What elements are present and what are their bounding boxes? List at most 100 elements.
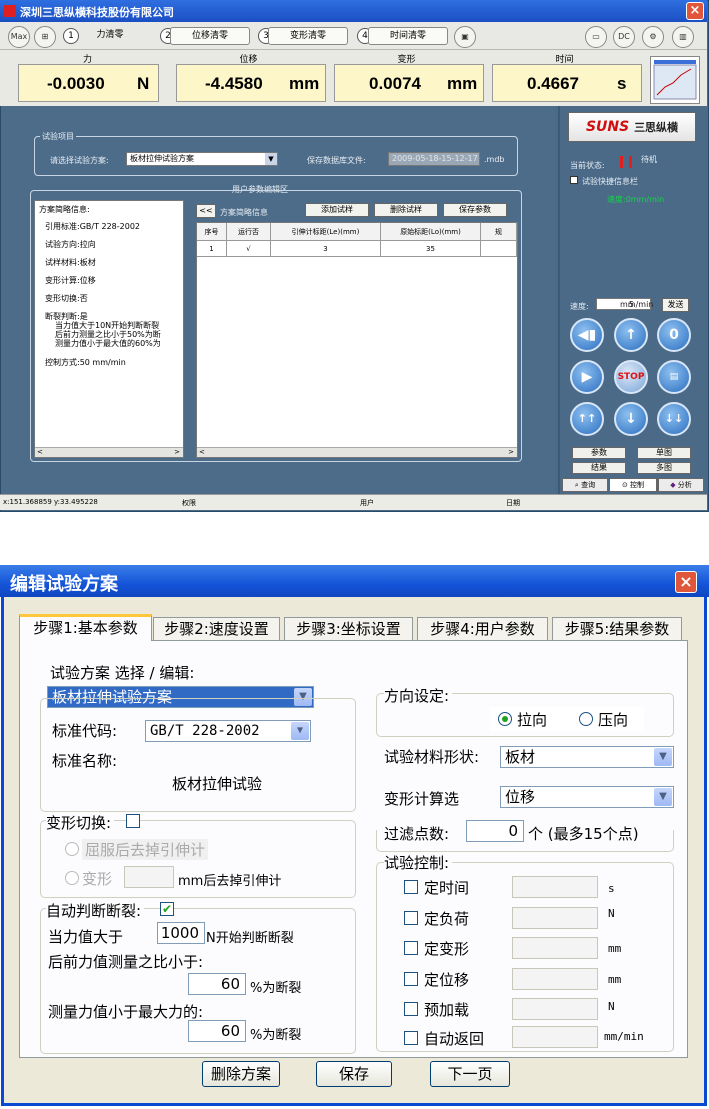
grid-scrollbar[interactable]: < > [197,447,517,457]
close-icon[interactable]: × [675,571,697,593]
grid-cell[interactable]: √ [227,241,271,257]
return-icon[interactable]: ◀▮ [570,318,604,352]
calc-icon[interactable]: ▤ [657,360,691,394]
plan-select[interactable]: 板材拉伸试验方案 ▼ [126,152,278,166]
chart-icon[interactable]: ▥ [672,26,694,48]
control-input[interactable] [512,1026,598,1048]
play-icon[interactable]: ▶ [570,360,604,394]
grid-cell[interactable] [481,241,517,257]
clear-force-button[interactable]: 力清零 [70,27,150,45]
yield-radio[interactable] [65,842,79,856]
zero-icon[interactable]: 0 [657,318,691,352]
curve-thumbnail[interactable] [650,56,700,104]
control-input[interactable] [512,968,598,990]
clear-displacement-button[interactable]: 位移清零 [170,27,250,45]
force-gt-input[interactable]: 1000 [157,922,205,944]
print-icon[interactable]: ▭ [585,26,607,48]
tab-step4[interactable]: 步骤4:用户参数 [417,617,548,641]
network-icon[interactable]: ⊞ [34,26,56,48]
grid-cell[interactable]: 35 [381,241,481,257]
std-code-value: GB/T 228-2002 [150,723,260,739]
tab-step3[interactable]: 步骤3:坐标设置 [284,617,413,641]
control-checkbox[interactable] [404,911,418,925]
stop-button[interactable]: STOP [614,360,648,394]
deform-switch-checkbox[interactable] [126,814,140,828]
chevron-down-icon[interactable]: ▼ [265,153,277,165]
save-button[interactable]: 保存 [316,1061,392,1087]
tab-step1[interactable]: 步骤1:基本参数 [19,614,152,641]
control-checkbox[interactable] [404,1002,418,1016]
summary-line: 测量力值小于最大值的60%为 [55,339,161,348]
single-chart-button[interactable]: 单图 [637,447,691,459]
displacement-value: -4.4580 [205,74,263,93]
time-unit: s [617,74,627,93]
auto-break-checkbox[interactable]: ✔ [160,902,174,916]
force-gt-suffix: N开始判断断裂 [206,931,294,946]
summary-scrollbar[interactable]: < > [35,447,183,457]
control-input[interactable] [512,998,598,1020]
displacement-unit: mm [289,74,320,93]
control-checkbox[interactable] [404,972,418,986]
status-value: 待机 [641,155,657,164]
delete-plan-button[interactable]: 删除方案 [202,1061,280,1087]
add-sample-button[interactable]: 添加试样 [305,203,369,217]
dir-push-radio[interactable] [579,712,593,726]
force-gt-label: 当力值大于 [48,928,124,946]
suns-logo-icon: SUNS [585,119,635,135]
control-checkbox[interactable] [404,1031,418,1045]
ratio-input[interactable]: 60 [188,973,246,995]
plan-select-value: 板材拉伸试验方案 [130,154,194,163]
grid-header: 序号 [197,223,227,241]
tab-step5[interactable]: 步骤5:结果参数 [552,617,682,641]
std-name-label: 标准名称: [52,752,118,770]
grid-cell[interactable]: 1 [197,241,227,257]
deform-calc-combo[interactable]: 位移 ▼ [500,786,674,808]
clear-time-button[interactable]: 时间清零 [368,27,448,45]
tab-query[interactable]: ⌕ 查询 [562,478,608,492]
grid-cell[interactable]: 3 [271,241,381,257]
chevron-down-icon[interactable]: ▼ [291,722,309,740]
clear-all-icon[interactable]: ▣ [454,26,476,48]
save-params-button[interactable]: 保存参数 [443,203,507,217]
result-button[interactable]: 结果 [572,462,626,474]
brand-name: 三思纵横 [634,121,679,134]
next-page-button[interactable]: 下一页 [430,1061,510,1087]
deform-mm-input[interactable] [124,866,174,888]
params-button[interactable]: 参数 [572,447,626,459]
clear-deform-button[interactable]: 变形清零 [268,27,348,45]
max-icon[interactable]: Max [8,26,30,48]
control-unit: N [608,907,615,920]
control-checkbox[interactable] [404,880,418,894]
chevron-down-icon[interactable]: ▼ [654,788,672,806]
shape-combo[interactable]: 板材 ▼ [500,746,674,768]
std-code-combo[interactable]: GB/T 228-2002 ▼ [145,720,311,742]
close-icon[interactable]: × [686,2,704,20]
control-input[interactable] [512,876,598,898]
down-arrow-icon[interactable]: ↓ [614,402,648,436]
dc-icon[interactable]: DC [613,26,635,48]
force-unit: N [137,74,150,93]
quick-info-checkbox[interactable] [570,176,578,184]
delete-sample-button[interactable]: 删除试样 [374,203,438,217]
tab-analysis[interactable]: ◆ 分析 [658,478,704,492]
settings-icon[interactable]: ⚙ [642,26,664,48]
fast-down-icon[interactable]: ↓↓ [657,402,691,436]
tab-step2[interactable]: 步骤2:速度设置 [153,617,280,641]
deform-radio[interactable] [65,871,79,885]
collapse-button[interactable]: << [196,204,216,218]
control-input[interactable] [512,907,598,929]
tab-control[interactable]: ⊙ 控制 [609,478,657,492]
fast-up-icon[interactable]: ↑↑ [570,402,604,436]
up-arrow-icon[interactable]: ↑ [614,318,648,352]
dir-pull-radio[interactable] [498,712,512,726]
grid-header: 运行否 [227,223,271,241]
max-input[interactable]: 60 [188,1020,246,1042]
send-button[interactable]: 发送 [662,298,689,312]
filter-input[interactable]: 0 [466,820,524,842]
control-checkbox[interactable] [404,941,418,955]
filter-suffix: 个 (最多15个点) [528,825,639,843]
control-input[interactable] [512,937,598,959]
chevron-down-icon[interactable]: ▼ [654,748,672,766]
multi-chart-button[interactable]: 多图 [637,462,691,474]
deform-calc-value: 位移 [505,788,536,806]
